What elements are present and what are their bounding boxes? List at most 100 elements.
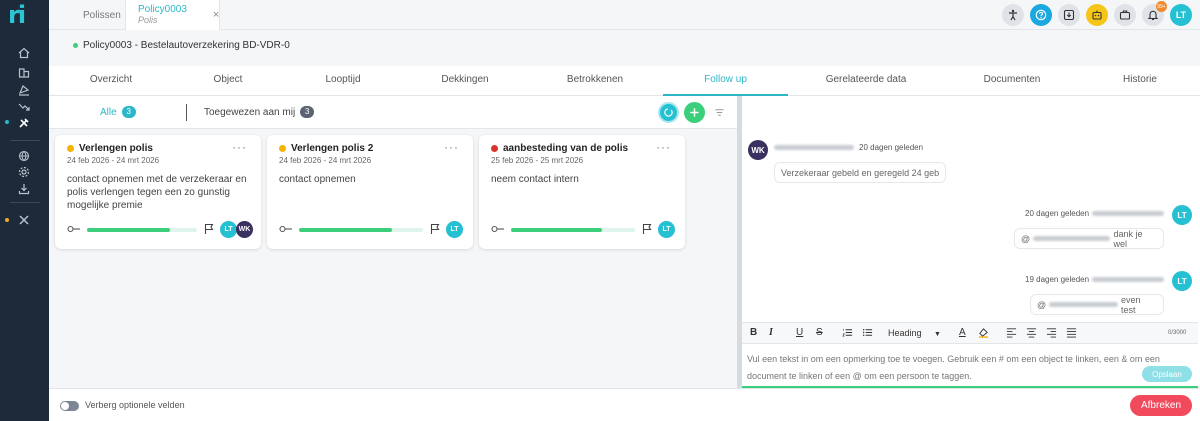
- top-tab-text: Policy0003 Polis: [138, 4, 187, 26]
- flag-icon[interactable]: [203, 223, 215, 235]
- italic-icon[interactable]: I: [769, 327, 773, 338]
- status-dot: [279, 145, 286, 152]
- card-description: contact opnemen: [279, 174, 356, 185]
- active-indicator: [5, 120, 9, 124]
- main-tabs: Overzicht Object Looptijd Dekkingen Betr…: [49, 66, 1200, 96]
- save-button[interactable]: Opslaan: [1142, 366, 1192, 382]
- import-icon[interactable]: [14, 181, 34, 197]
- bold-icon[interactable]: B: [750, 327, 757, 338]
- more-options-icon[interactable]: ···: [232, 140, 247, 154]
- help-icon[interactable]: [1030, 4, 1052, 26]
- tab-overzicht[interactable]: Overzicht: [49, 66, 173, 96]
- filter-bar: Alle 3 Toegewezen aan mij 3: [49, 96, 737, 129]
- close-tab-icon[interactable]: ×: [213, 9, 219, 21]
- followup-list-panel: Alle 3 Toegewezen aan mij 3 Verlengen po…: [49, 96, 737, 388]
- tab-looptijd[interactable]: Looptijd: [283, 66, 403, 96]
- editor-toolbar: B I U S Heading ▼ A 0/3000: [742, 322, 1198, 344]
- progress-fill: [87, 228, 170, 232]
- underline-icon[interactable]: U: [796, 327, 803, 338]
- align-center-icon[interactable]: [1026, 327, 1037, 341]
- tab-historie[interactable]: Historie: [1080, 66, 1200, 96]
- tab-follow-up[interactable]: Follow up: [663, 66, 788, 96]
- status-dot: [73, 43, 78, 48]
- flag-icon[interactable]: [641, 223, 653, 235]
- followup-card[interactable]: Verlengen polis 2 24 feb 2026 - 24 mrt 2…: [267, 135, 473, 249]
- subtab-divider: [186, 104, 187, 121]
- card-title: Verlengen polis 2: [291, 143, 374, 154]
- count-badge: 3: [300, 106, 315, 118]
- admin-tools-icon[interactable]: [14, 212, 34, 228]
- app-logo[interactable]: ri: [8, 3, 38, 28]
- trend-icon[interactable]: [14, 99, 34, 115]
- comment-bubble: Verzekeraar gebeld en geregeld 24 geb: [774, 162, 947, 183]
- tab-documenten[interactable]: Documenten: [944, 66, 1080, 96]
- highlight-icon[interactable]: [978, 327, 989, 341]
- redacted-author: [1092, 277, 1164, 282]
- more-options-icon[interactable]: ···: [444, 140, 459, 154]
- tab-betrokkenen[interactable]: Betrokkenen: [527, 66, 663, 96]
- subtab-toegewezen[interactable]: Toegewezen aan mij 3: [204, 106, 315, 118]
- comment-time: 19 dagen geleden: [1025, 275, 1090, 284]
- progress-bar: [87, 228, 197, 232]
- comment-bubble: @ even test: [1030, 294, 1164, 315]
- briefcase-icon[interactable]: [1114, 4, 1136, 26]
- ordered-list-icon[interactable]: [842, 327, 853, 341]
- align-right-icon[interactable]: [1046, 327, 1057, 341]
- claims-icon[interactable]: [14, 82, 34, 98]
- gear-icon[interactable]: [14, 164, 34, 180]
- accessibility-icon[interactable]: [1002, 4, 1024, 26]
- page-title: Policy0003 - Bestelautoverzekering BD-VD…: [83, 40, 290, 51]
- subtab-alle[interactable]: Alle 3: [100, 106, 136, 118]
- download-icon[interactable]: [1058, 4, 1080, 26]
- card-date: 24 feb 2026 - 24 mrt 2026: [67, 156, 160, 165]
- assignee-avatar[interactable]: LT: [658, 221, 675, 238]
- status-dot: [67, 145, 74, 152]
- tools-icon[interactable]: [14, 115, 34, 131]
- strikethrough-icon[interactable]: S: [816, 327, 823, 338]
- toggle-label: Verberg optionele velden: [85, 400, 185, 410]
- count-badge: 3: [121, 106, 136, 118]
- hide-optional-fields-toggle[interactable]: [60, 401, 79, 411]
- followup-card[interactable]: aanbesteding van de polis 25 feb 2026 - …: [479, 135, 685, 249]
- buildings-icon[interactable]: [14, 64, 34, 80]
- top-tab-label: Policy0003: [138, 4, 187, 15]
- cancel-button[interactable]: Afbreken: [1130, 395, 1192, 416]
- tab-object[interactable]: Object: [173, 66, 283, 96]
- align-left-icon[interactable]: [1006, 327, 1017, 341]
- flag-icon[interactable]: [429, 223, 441, 235]
- globe-icon[interactable]: [14, 148, 34, 164]
- key-icon: [491, 225, 504, 233]
- sidebar: ri: [0, 0, 49, 421]
- top-tab-policy[interactable]: Policy0003 Polis ×: [125, 0, 220, 30]
- followup-card[interactable]: Verlengen polis 24 feb 2026 - 24 mrt 202…: [55, 135, 261, 249]
- tab-gerelateerde-data[interactable]: Gerelateerde data: [788, 66, 944, 96]
- top-tab-polissen[interactable]: Polissen: [61, 0, 125, 30]
- sidebar-divider: [10, 202, 40, 203]
- bullet-list-icon[interactable]: [862, 327, 873, 341]
- progress-fill: [511, 228, 602, 232]
- comment-editor[interactable]: Vul een tekst in om een opmerking toe te…: [742, 345, 1198, 388]
- filter-icon[interactable]: [709, 102, 730, 123]
- key-icon: [67, 225, 80, 233]
- align-justify-icon[interactable]: [1066, 327, 1077, 341]
- robot-icon[interactable]: [1086, 4, 1108, 26]
- comment-avatar: WK: [748, 140, 768, 160]
- comment-text: dank je wel: [1113, 228, 1143, 249]
- heading-select[interactable]: Heading ▼: [888, 328, 941, 338]
- comment-time: 20 dagen geleden: [859, 143, 924, 152]
- assignee-avatar[interactable]: LT: [220, 221, 237, 238]
- text-color-icon[interactable]: A: [959, 327, 966, 338]
- refresh-button[interactable]: [658, 102, 679, 123]
- bell-icon[interactable]: 99+: [1142, 1, 1167, 26]
- home-icon[interactable]: [14, 45, 34, 61]
- add-followup-button[interactable]: [684, 102, 705, 123]
- comment-time: 20 dagen geleden: [1025, 209, 1090, 218]
- top-tab-label: Polissen: [83, 9, 121, 21]
- user-avatar[interactable]: LT: [1170, 4, 1192, 26]
- tab-dekkingen[interactable]: Dekkingen: [403, 66, 527, 96]
- card-description: contact opnemen met de verzekeraar en po…: [67, 174, 247, 211]
- assignee-avatar[interactable]: LT: [446, 221, 463, 238]
- more-options-icon[interactable]: ···: [656, 140, 671, 154]
- assignee-avatar[interactable]: WK: [236, 221, 253, 238]
- subtab-label: Toegewezen aan mij: [204, 106, 296, 118]
